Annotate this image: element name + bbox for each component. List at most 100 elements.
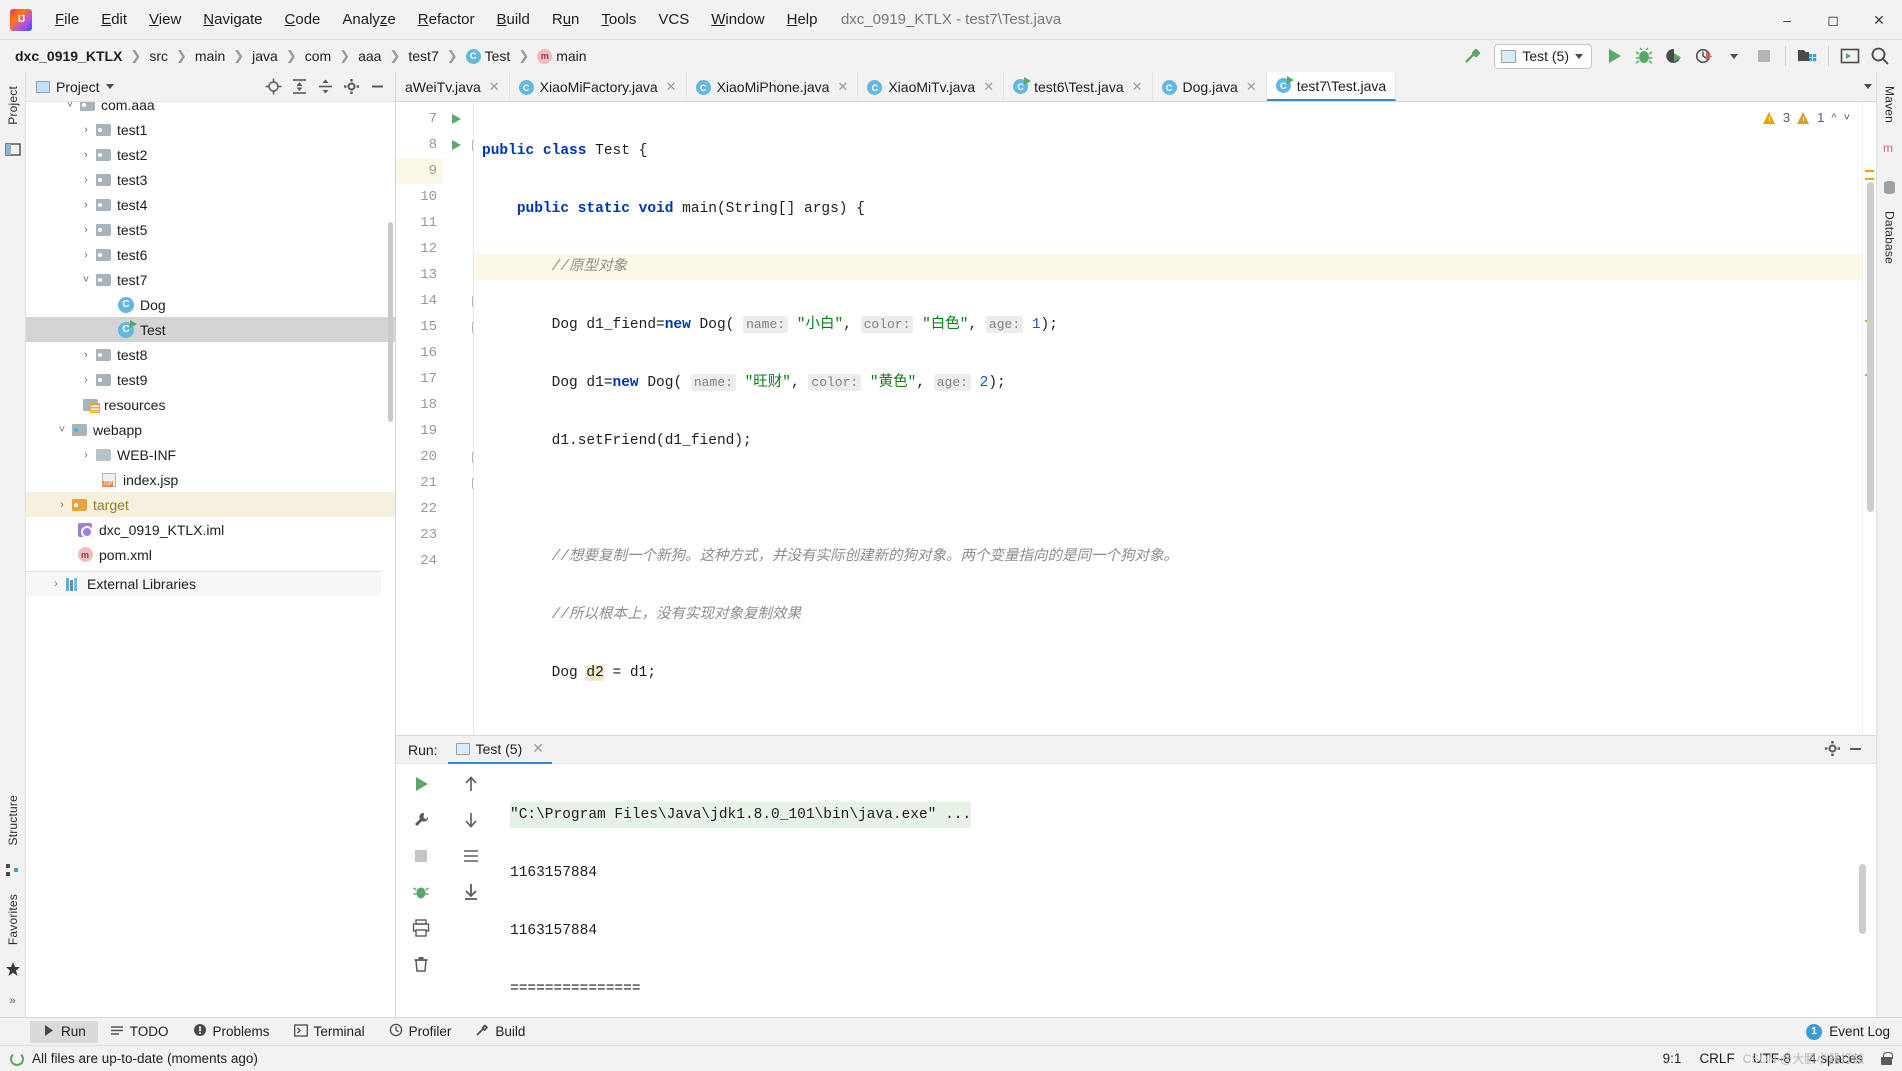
minimize-button[interactable]: – <box>1764 0 1810 40</box>
code-editor[interactable]: 7 8 9 10 11 12 13 14 15 16 17 18 19 20 2… <box>396 102 1876 735</box>
breadcrumb-src[interactable]: src <box>146 46 171 66</box>
inspection-widget[interactable]: 3 1 ^ ˅ <box>1758 108 1854 127</box>
breadcrumb-project[interactable]: dxc_0919_KTLX <box>12 46 125 66</box>
scroll-up-icon[interactable] <box>459 772 483 796</box>
chevron-down-icon[interactable] <box>105 84 114 89</box>
tree-item-external-libraries[interactable]: › External Libraries <box>26 571 381 596</box>
menu-window[interactable]: Window <box>700 7 775 32</box>
bottom-tab-profiler[interactable]: Profiler <box>377 1020 464 1043</box>
rail-tab-database[interactable]: Database <box>1880 203 1900 272</box>
menu-refactor[interactable]: Refactor <box>407 7 486 32</box>
run-configuration-selector[interactable]: Test (5) <box>1494 43 1592 69</box>
hammer-icon[interactable] <box>1458 43 1486 69</box>
run-with-coverage-icon[interactable] <box>1660 43 1688 69</box>
breadcrumb-test7[interactable]: test7 <box>405 46 441 66</box>
chevron-right-icon[interactable]: › <box>78 349 94 361</box>
close-icon[interactable]: ✕ <box>666 79 677 95</box>
scroll-down-icon[interactable] <box>459 808 483 832</box>
maven-icon[interactable]: m <box>1880 137 1900 157</box>
run-gutter-icon[interactable] <box>452 140 461 150</box>
search-everywhere-icon[interactable] <box>1866 43 1894 69</box>
tree-item-iml[interactable]: dxc_0919_KTLX.iml <box>26 517 395 542</box>
tab-dog[interactable]: C Dog.java ✕ <box>1153 72 1267 101</box>
tree-item-test7[interactable]: ˅ test7 <box>26 267 395 292</box>
rerun-icon[interactable] <box>409 772 433 796</box>
chevron-down-icon[interactable]: ˅ <box>1844 112 1850 124</box>
run-gutter-icon[interactable] <box>452 114 461 124</box>
chevron-right-icon[interactable]: › <box>78 449 94 461</box>
tree-item-test5[interactable]: › test5 <box>26 217 395 242</box>
structure-icon[interactable] <box>3 860 23 880</box>
minimize-icon[interactable] <box>1847 740 1864 760</box>
tree-item-test3[interactable]: › test3 <box>26 167 395 192</box>
bottom-tab-todo[interactable]: TODO <box>98 1021 181 1043</box>
tree-item-test6[interactable]: › test6 <box>26 242 395 267</box>
marker-warning[interactable] <box>1865 170 1874 172</box>
tree-item-test[interactable]: C Test <box>26 317 395 342</box>
line-separator[interactable]: CRLF <box>1699 1051 1734 1066</box>
chevron-down-icon[interactable]: ˅ <box>54 424 70 436</box>
tree-item-test8[interactable]: › test8 <box>26 342 395 367</box>
menu-navigate[interactable]: Navigate <box>192 7 273 32</box>
favorites-star-icon[interactable] <box>3 959 23 979</box>
rail-tab-maven[interactable]: Maven <box>1880 78 1900 131</box>
chevron-right-icon[interactable]: › <box>78 174 94 186</box>
close-button[interactable]: ✕ <box>1856 0 1902 40</box>
maximize-button[interactable]: ◻ <box>1810 0 1856 40</box>
rail-tab-project[interactable]: Project <box>3 78 23 133</box>
breadcrumb-aaa[interactable]: aaa <box>355 46 384 66</box>
chevron-right-icon[interactable]: › <box>78 199 94 211</box>
tree-item-target[interactable]: › target <box>26 492 395 517</box>
menu-tools[interactable]: Tools <box>590 7 647 32</box>
clear-all-icon[interactable] <box>409 952 433 976</box>
menu-edit[interactable]: Edit <box>90 7 138 32</box>
tab-test7-test[interactable]: C test7\Test.java <box>1266 72 1397 101</box>
chevron-down-icon[interactable] <box>1864 84 1872 89</box>
breadcrumb-java[interactable]: java <box>249 46 281 66</box>
locate-icon[interactable] <box>261 75 285 99</box>
tab-xiaomitv[interactable]: C XiaoMiTv.java ✕ <box>858 72 1005 101</box>
hide-icon[interactable] <box>365 75 389 99</box>
breadcrumb-com[interactable]: com <box>302 46 334 66</box>
settings-gear-icon[interactable] <box>339 75 363 99</box>
scroll-to-end-icon[interactable] <box>459 880 483 904</box>
chevron-up-icon[interactable]: ^ <box>1831 112 1836 124</box>
editor-markup-bar[interactable] <box>1862 102 1876 735</box>
database-icon[interactable] <box>1880 177 1900 197</box>
menu-help[interactable]: Help <box>776 7 829 32</box>
menu-bar[interactable]: File Edit View Navigate Code Analyze Ref… <box>44 7 829 32</box>
breadcrumb-test-class[interactable]: C Test <box>463 46 514 66</box>
editor-gutter[interactable]: 7 8 9 10 11 12 13 14 15 16 17 18 19 20 2… <box>396 102 483 735</box>
console-scrollbar[interactable] <box>1859 864 1866 934</box>
wrench-icon[interactable] <box>409 808 433 832</box>
settings-gear-icon[interactable] <box>1824 740 1841 760</box>
chevron-down-icon[interactable] <box>1720 43 1748 69</box>
console-output[interactable]: "C:\Program Files\Java\jdk1.8.0_101\bin\… <box>496 764 1876 1017</box>
rail-tab-favorites[interactable]: Favorites <box>3 886 23 953</box>
marker-warning[interactable] <box>1865 178 1874 180</box>
tree-item-resources[interactable]: resources <box>26 392 395 417</box>
chevron-right-icon[interactable]: › <box>54 499 70 511</box>
chevron-right-icon[interactable]: › <box>78 124 94 136</box>
collapse-all-icon[interactable] <box>313 75 337 99</box>
tree-item-webapp[interactable]: ˅ webapp <box>26 417 395 442</box>
caret-position[interactable]: 9:1 <box>1663 1051 1682 1066</box>
breadcrumb-main[interactable]: main <box>192 46 228 66</box>
close-icon[interactable]: ✕ <box>532 740 544 757</box>
project-icon[interactable] <box>3 139 23 159</box>
chevron-down-icon[interactable]: ˅ <box>62 102 78 111</box>
project-panel-title[interactable]: Project <box>36 79 114 95</box>
chevron-right-icon[interactable]: › <box>78 149 94 161</box>
run-icon[interactable] <box>1600 43 1628 69</box>
menu-view[interactable]: View <box>138 7 192 32</box>
tab-xiaomiphone[interactable]: C XiaoMiPhone.java ✕ <box>687 72 859 101</box>
chevron-down-icon[interactable]: ˅ <box>78 274 94 286</box>
tree-item-test4[interactable]: › test4 <box>26 192 395 217</box>
editor-scrollbar[interactable] <box>1867 182 1874 512</box>
tab-aweitv[interactable]: aWeiTv.java ✕ <box>396 72 510 101</box>
menu-code[interactable]: Code <box>274 7 332 32</box>
soft-wrap-icon[interactable] <box>459 844 483 868</box>
close-icon[interactable]: ✕ <box>983 79 994 95</box>
bottom-tab-problems[interactable]: Problems <box>181 1020 282 1043</box>
stop-icon[interactable] <box>1750 43 1778 69</box>
